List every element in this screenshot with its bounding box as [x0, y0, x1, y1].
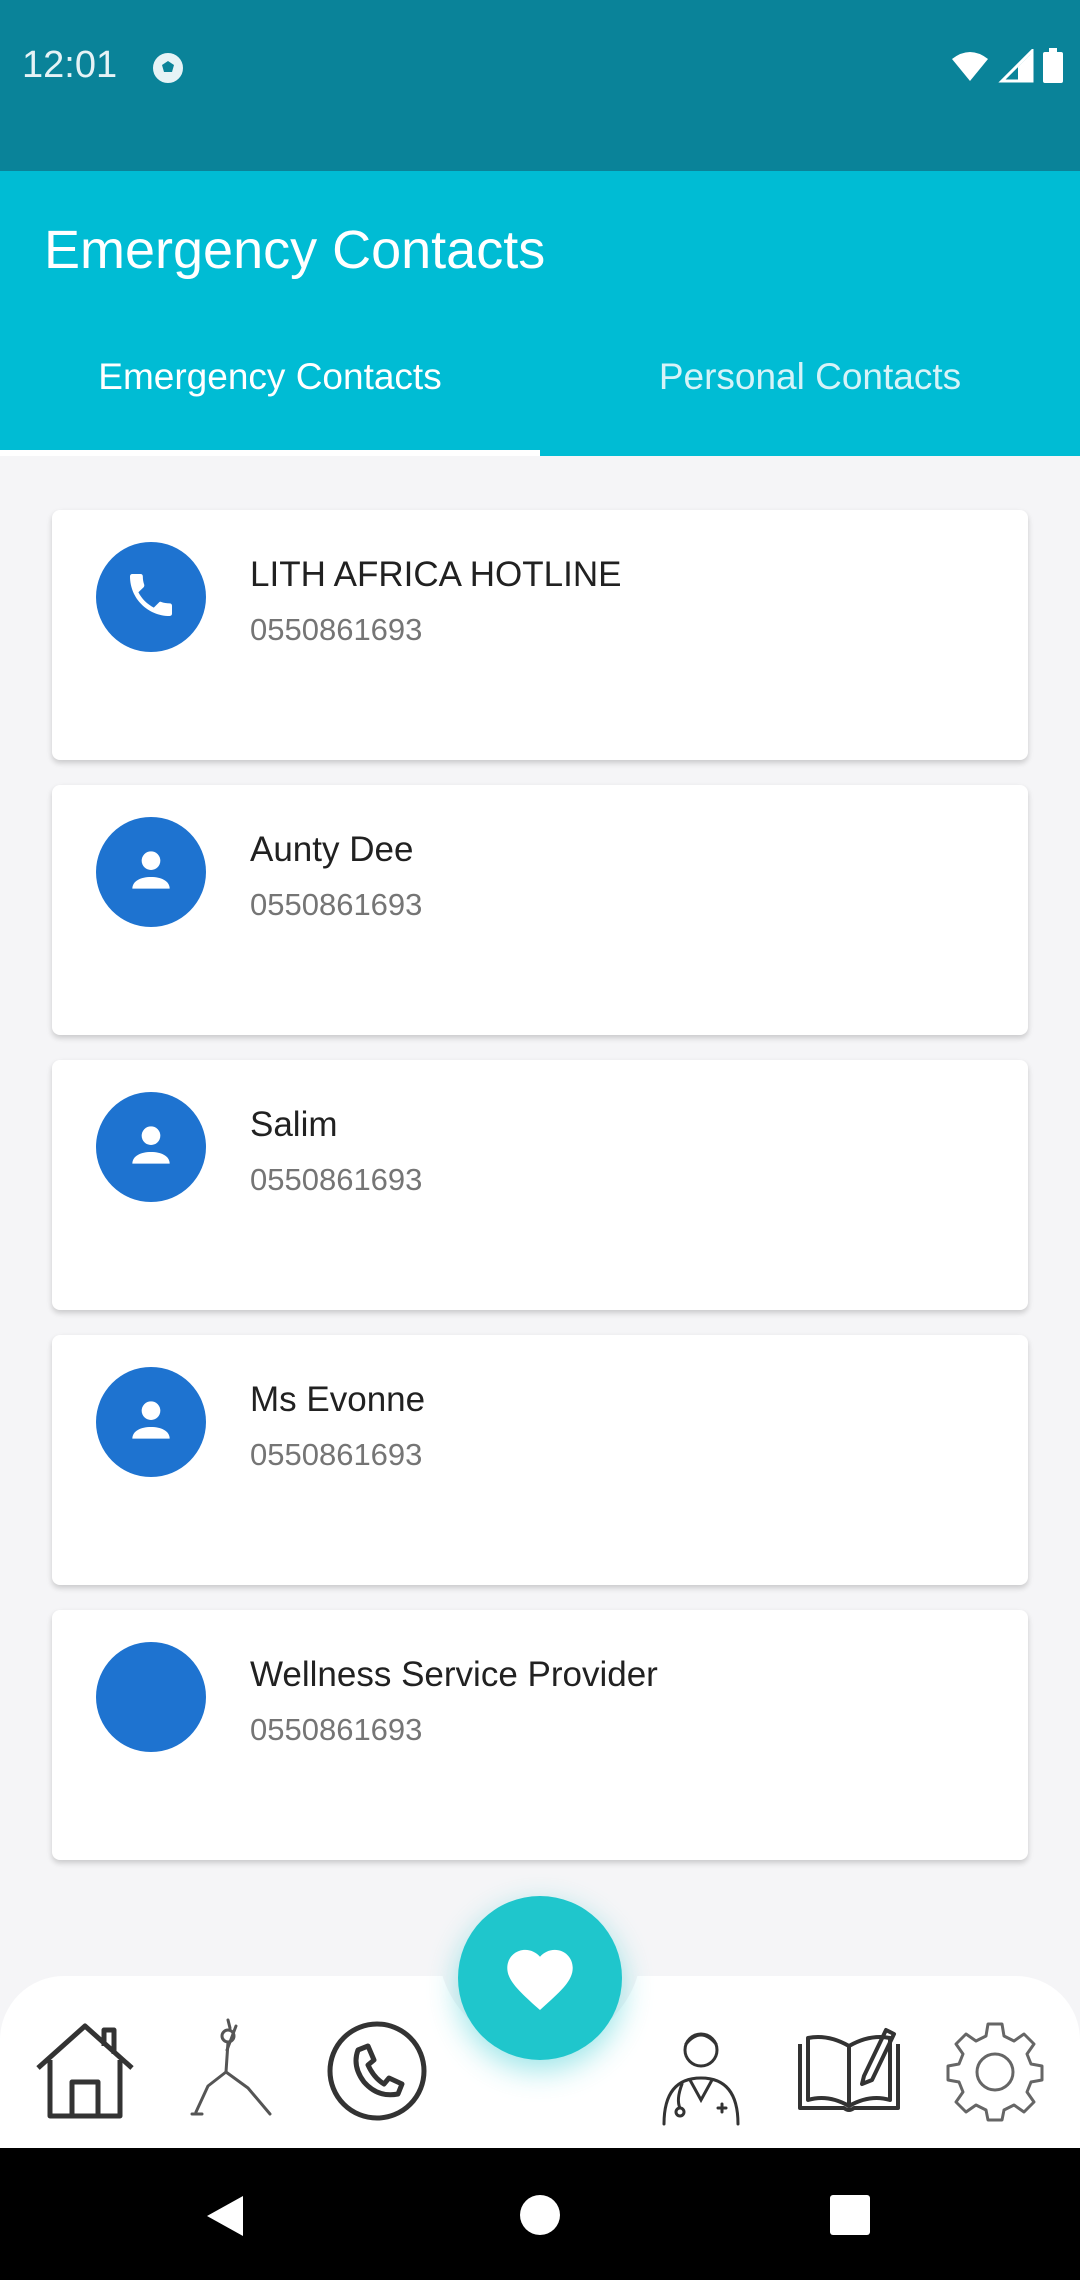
- contact-number: 0550861693: [250, 612, 423, 647]
- recents-icon[interactable]: [829, 2194, 871, 2241]
- contact-card[interactable]: Wellness Service Provider 0550861693: [52, 1610, 1028, 1860]
- contact-card[interactable]: Aunty Dee 0550861693: [52, 785, 1028, 1035]
- nav-journal-button[interactable]: [794, 2016, 904, 2126]
- back-icon[interactable]: [205, 2194, 245, 2243]
- contact-avatar: [96, 817, 206, 927]
- contact-name: Aunty Dee: [250, 830, 414, 869]
- heart-icon: [500, 1940, 580, 2017]
- doctor-icon: [646, 2032, 756, 2130]
- person-icon: [123, 1392, 179, 1453]
- phone-call-icon: [322, 2021, 432, 2130]
- home-icon: [30, 2023, 140, 2130]
- phone-icon: [123, 567, 179, 628]
- contact-name: LITH AFRICA HOTLINE: [250, 555, 622, 594]
- contact-avatar: [96, 542, 206, 652]
- page-title: Emergency Contacts: [44, 220, 546, 280]
- contact-card[interactable]: LITH AFRICA HOTLINE 0550861693: [52, 510, 1028, 760]
- contact-card[interactable]: Salim 0550861693: [52, 1060, 1028, 1310]
- home-circle-icon[interactable]: [519, 2194, 561, 2241]
- contact-list: LITH AFRICA HOTLINE 0550861693 Aunty Dee…: [52, 510, 1028, 1885]
- yoga-icon: [178, 2018, 288, 2130]
- nav-home-button[interactable]: [30, 2016, 140, 2126]
- contact-name: Salim: [250, 1105, 338, 1144]
- contact-avatar: [96, 1642, 206, 1752]
- contact-number: 0550861693: [250, 1437, 423, 1472]
- soccer-ball-icon: [150, 50, 186, 91]
- nav-settings-button[interactable]: [940, 2016, 1050, 2126]
- status-bar: 12:01: [0, 0, 1080, 171]
- person-icon: [123, 1117, 179, 1178]
- tab-emergency-contacts[interactable]: Emergency Contacts: [0, 356, 540, 398]
- battery-icon: [1042, 48, 1064, 89]
- app-bar: Emergency Contacts Emergency Contacts Pe…: [0, 171, 1080, 456]
- tab-indicator: [0, 450, 540, 456]
- nav-doctor-button[interactable]: [646, 2016, 756, 2126]
- contact-avatar: [96, 1367, 206, 1477]
- nav-yoga-button[interactable]: [178, 2016, 288, 2126]
- contact-number: 0550861693: [250, 887, 423, 922]
- status-icons: [950, 47, 1064, 89]
- contact-name: Ms Evonne: [250, 1380, 426, 1419]
- contact-card[interactable]: Ms Evonne 0550861693: [52, 1335, 1028, 1585]
- settings-icon: [940, 2022, 1050, 2130]
- nav-phone-button[interactable]: [322, 2016, 432, 2126]
- contact-name: Wellness Service Provider: [250, 1655, 658, 1694]
- wifi-icon: [950, 49, 990, 88]
- contact-avatar: [96, 1092, 206, 1202]
- journal-icon: [794, 2028, 904, 2130]
- contact-number: 0550861693: [250, 1712, 423, 1747]
- status-time: 12:01: [22, 44, 118, 86]
- signal-icon: [998, 47, 1034, 88]
- contact-number: 0550861693: [250, 1162, 423, 1197]
- tab-personal-contacts[interactable]: Personal Contacts: [540, 356, 1080, 398]
- favorites-fab-button[interactable]: [458, 1896, 622, 2060]
- system-nav-bar: [0, 2148, 1080, 2280]
- person-icon: [123, 842, 179, 903]
